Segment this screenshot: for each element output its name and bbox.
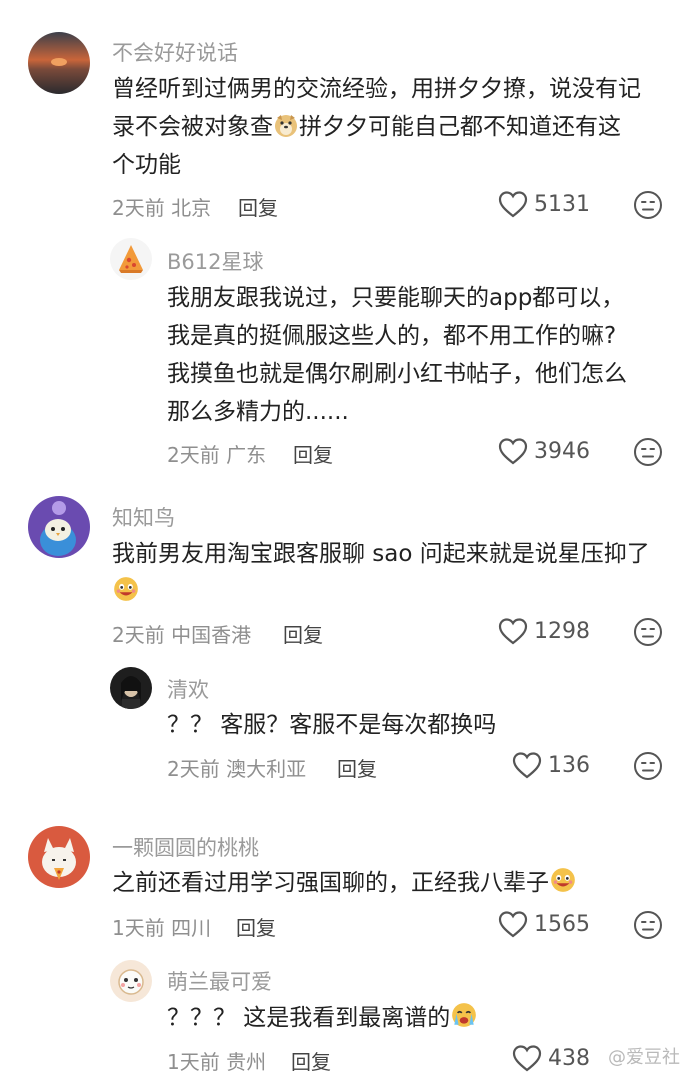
like-count: 1565 bbox=[534, 911, 590, 937]
unamused-face-icon bbox=[634, 911, 662, 939]
comment-line: 个功能 bbox=[112, 152, 181, 178]
username[interactable]: 萌兰最可爱 bbox=[167, 966, 272, 996]
like-count: 136 bbox=[548, 752, 590, 778]
comment-text: 我朋友跟我说过，只要能聊天的app都可以， 我是真的挺佩服这些人的，都不用工作的… bbox=[167, 279, 627, 431]
heart-icon bbox=[512, 1045, 542, 1072]
comment-meta: 2天前 北京 bbox=[112, 192, 211, 221]
cat-pizza-avatar-image bbox=[28, 826, 90, 888]
reply-button[interactable]: 回复 bbox=[283, 619, 323, 648]
like-count: 5131 bbox=[534, 191, 590, 217]
heart-icon bbox=[498, 618, 528, 645]
comment-meta: 2天前 广东 bbox=[167, 439, 266, 468]
location: 贵州 bbox=[226, 1050, 267, 1074]
parrot-avatar-image bbox=[28, 496, 90, 558]
comment-text: ？？？ 这是我看到最离谱的 bbox=[167, 999, 478, 1037]
comment-line: 之前还看过用学习强国聊的，正经我八辈子 bbox=[112, 864, 577, 902]
unamused-face-icon bbox=[634, 438, 662, 466]
reply-button[interactable]: 回复 bbox=[293, 439, 333, 468]
sunset-avatar-image bbox=[28, 32, 90, 94]
comment-line: 我朋友跟我说过，只要能聊天的app都可以， bbox=[167, 285, 625, 311]
comment-meta: 1天前 贵州 bbox=[167, 1046, 266, 1075]
dislike-button[interactable] bbox=[633, 190, 663, 220]
unamused-face-icon bbox=[634, 618, 662, 646]
location: 广东 bbox=[226, 443, 267, 467]
grin-face-emoji-icon bbox=[549, 866, 577, 894]
comment-text: 我前男友用淘宝跟客服聊 sao 问起来就是说星压抑了 bbox=[112, 535, 650, 611]
heart-icon bbox=[498, 438, 528, 465]
like-button[interactable]: 5131 bbox=[498, 190, 590, 218]
timestamp: 2天前 bbox=[112, 196, 165, 220]
comment-line: 录不会被对象查 拼夕夕可能自己都不知道还有这 bbox=[112, 112, 621, 140]
location: 四川 bbox=[171, 916, 212, 940]
timestamp: 2天前 bbox=[167, 757, 220, 781]
like-count: 1298 bbox=[534, 618, 590, 644]
comment-line: 我摸鱼也就是偶尔刷刷小红书帖子，他们怎么 bbox=[167, 361, 627, 387]
like-button[interactable]: 1565 bbox=[498, 910, 590, 938]
username[interactable]: 不会好好说话 bbox=[112, 37, 238, 67]
timestamp: 1天前 bbox=[112, 916, 165, 940]
heart-icon bbox=[498, 191, 528, 218]
heart-icon bbox=[512, 752, 542, 779]
comment-line: 我前男友用淘宝跟客服聊 sao 问起来就是说星压抑了 bbox=[112, 541, 650, 567]
dislike-button[interactable] bbox=[633, 437, 663, 467]
doge-face-emoji-icon bbox=[273, 112, 299, 138]
username[interactable]: B612星球 bbox=[167, 246, 264, 276]
reply-button[interactable]: 回复 bbox=[337, 753, 377, 782]
comment-text: ？？ 客服？客服不是每次都换吗 bbox=[167, 706, 496, 744]
avatar[interactable] bbox=[28, 32, 90, 94]
watermark: @爱豆社 bbox=[608, 1047, 680, 1068]
cartoon-avatar-image bbox=[110, 960, 152, 1002]
timestamp: 2天前 bbox=[167, 443, 220, 467]
like-count: 3946 bbox=[534, 438, 590, 464]
comment-line bbox=[112, 573, 650, 611]
dislike-button[interactable] bbox=[633, 617, 663, 647]
location: 北京 bbox=[171, 196, 212, 220]
pizza-avatar-image bbox=[119, 245, 143, 273]
username[interactable]: 知知鸟 bbox=[112, 502, 175, 532]
comment-line: 曾经听到过俩男的交流经验，用拼夕夕撩，说没有记 bbox=[112, 76, 641, 102]
timestamp: 2天前 bbox=[112, 623, 165, 647]
avatar[interactable] bbox=[28, 826, 90, 888]
reply-button[interactable]: 回复 bbox=[291, 1046, 331, 1075]
comment-meta: 2天前 澳大利亚 bbox=[167, 753, 306, 782]
location: 澳大利亚 bbox=[226, 757, 307, 781]
comment-meta: 1天前 四川 bbox=[112, 912, 211, 941]
like-button[interactable]: 1298 bbox=[498, 617, 590, 645]
unamused-face-icon bbox=[634, 191, 662, 219]
comment-line: ？？？ 这是我看到最离谱的 bbox=[167, 999, 478, 1037]
crying-face-emoji-icon bbox=[450, 1001, 478, 1029]
portrait-avatar-image bbox=[110, 667, 152, 709]
avatar[interactable] bbox=[110, 667, 152, 709]
avatar[interactable] bbox=[110, 238, 152, 280]
comment-text: 曾经听到过俩男的交流经验，用拼夕夕撩，说没有记 录不会被对象查 拼夕夕可能自己都不… bbox=[112, 70, 641, 184]
grin-face-emoji-icon bbox=[112, 575, 140, 603]
username[interactable]: 一颗圆圆的桃桃 bbox=[112, 832, 259, 862]
reply-button[interactable]: 回复 bbox=[238, 192, 278, 221]
username[interactable]: 清欢 bbox=[167, 674, 209, 704]
like-button[interactable]: 136 bbox=[512, 751, 590, 779]
comment-text: 之前还看过用学习强国聊的，正经我八辈子 bbox=[112, 864, 577, 902]
heart-icon bbox=[498, 911, 528, 938]
like-count: 438 bbox=[548, 1045, 590, 1071]
comment-line: 那么多精力的...... bbox=[167, 399, 349, 425]
comment-meta: 2天前 中国香港 bbox=[112, 619, 251, 648]
dislike-button[interactable] bbox=[633, 751, 663, 781]
comment-line: 我是真的挺佩服这些人的，都不用工作的嘛? bbox=[167, 323, 617, 349]
unamused-face-icon bbox=[634, 752, 662, 780]
reply-button[interactable]: 回复 bbox=[236, 912, 276, 941]
avatar[interactable] bbox=[28, 496, 90, 558]
avatar[interactable] bbox=[110, 960, 152, 1002]
location: 中国香港 bbox=[171, 623, 252, 647]
timestamp: 1天前 bbox=[167, 1050, 220, 1074]
comment-line: ？？ 客服？客服不是每次都换吗 bbox=[167, 712, 497, 738]
like-button[interactable]: 438 bbox=[512, 1044, 590, 1072]
dislike-button[interactable] bbox=[633, 910, 663, 940]
like-button[interactable]: 3946 bbox=[498, 437, 590, 465]
